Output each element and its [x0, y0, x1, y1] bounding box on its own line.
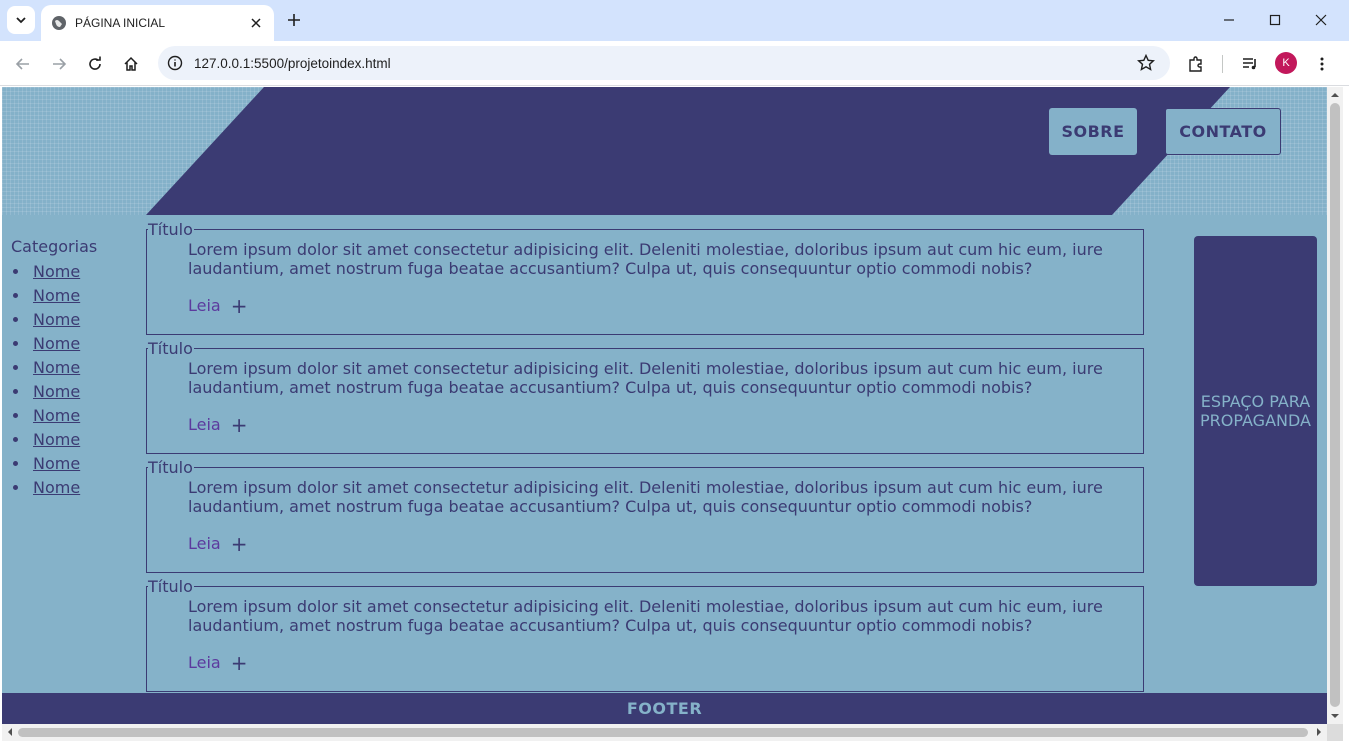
read-more-link[interactable]: Leia + — [188, 412, 248, 437]
read-more-label: Leia — [188, 653, 221, 672]
chevron-down-icon — [16, 17, 26, 24]
list-item: Nome — [11, 427, 141, 451]
category-link[interactable]: Nome — [33, 310, 80, 329]
article-title: Título — [148, 220, 194, 239]
browser-tab[interactable]: PÁGINA INICIAL — [41, 5, 274, 41]
list-item: Nome — [11, 475, 141, 499]
category-link[interactable]: Nome — [33, 406, 80, 425]
article-text: Lorem ipsum dolor sit amet consectetur a… — [188, 240, 1103, 278]
minimize-icon[interactable] — [1214, 6, 1244, 34]
toolbar-separator — [1222, 55, 1223, 73]
article-title: Título — [148, 339, 194, 358]
article-card: Título Lorem ipsum dolor sit amet consec… — [146, 578, 1144, 692]
reload-icon[interactable] — [81, 50, 109, 78]
bullet — [13, 317, 18, 322]
category-link[interactable]: Nome — [33, 454, 80, 473]
tab-search-button[interactable] — [7, 6, 35, 34]
read-more-label: Leia — [188, 415, 221, 434]
close-tab-icon[interactable] — [246, 13, 266, 33]
forward-arrow-icon[interactable] — [45, 50, 73, 78]
page-viewport: SOBRE CONTATO Categorias Nome Nome Nome … — [2, 87, 1327, 724]
category-link[interactable]: Nome — [33, 478, 80, 497]
read-more-link[interactable]: Leia + — [188, 531, 248, 556]
vertical-scrollbar[interactable] — [1327, 87, 1343, 724]
bullet — [13, 461, 18, 466]
list-item: Nome — [11, 355, 141, 379]
browser-toolbar: 127.0.0.1:5500/projetoindex.html K — [0, 41, 1349, 86]
page-footer: FOOTER — [2, 693, 1327, 724]
read-more-link[interactable]: Leia + — [188, 293, 248, 318]
bullet — [13, 437, 18, 442]
browser-tab-strip: PÁGINA INICIAL — [0, 0, 1349, 41]
list-item: Nome — [11, 379, 141, 403]
advertisement-box: ESPAÇO PARA PROPAGANDA — [1194, 236, 1317, 586]
category-list: Nome Nome Nome Nome Nome Nome Nome Nome … — [11, 259, 141, 499]
article-text: Lorem ipsum dolor sit amet consectetur a… — [188, 478, 1103, 516]
read-more-label: Leia — [188, 534, 221, 553]
new-tab-icon[interactable] — [282, 8, 306, 32]
site-info-icon[interactable] — [166, 54, 184, 72]
article-text: Lorem ipsum dolor sit amet consectetur a… — [188, 359, 1103, 397]
address-bar[interactable]: 127.0.0.1:5500/projetoindex.html — [158, 46, 1170, 80]
globe-icon — [51, 15, 67, 31]
list-item: Nome — [11, 403, 141, 427]
page-header: SOBRE CONTATO — [2, 87, 1327, 215]
plus-icon: + — [230, 293, 248, 318]
article-title: Título — [148, 458, 194, 477]
url-text: 127.0.0.1:5500/projetoindex.html — [194, 55, 391, 71]
profile-avatar[interactable]: K — [1275, 52, 1297, 74]
bullet — [13, 293, 18, 298]
list-item: Nome — [11, 331, 141, 355]
plus-icon: + — [230, 412, 248, 437]
media-queue-icon[interactable] — [1236, 50, 1264, 78]
horizontal-scroll-thumb[interactable] — [18, 728, 1308, 737]
article-text: Lorem ipsum dolor sit amet consectetur a… — [188, 597, 1103, 635]
nav-sobre-button[interactable]: SOBRE — [1049, 108, 1137, 155]
categories-sidebar: Categorias Nome Nome Nome Nome Nome Nome… — [11, 237, 141, 499]
list-item: Nome — [11, 283, 141, 307]
read-more-link[interactable]: Leia + — [188, 650, 248, 675]
vertical-scroll-thumb[interactable] — [1330, 103, 1340, 707]
maximize-icon[interactable] — [1260, 6, 1290, 34]
article-title: Título — [148, 577, 194, 596]
bookmark-star-icon[interactable] — [1136, 53, 1156, 73]
category-link[interactable]: Nome — [33, 382, 80, 401]
scroll-right-arrow-icon[interactable] — [1311, 724, 1327, 740]
bullet — [13, 389, 18, 394]
category-link[interactable]: Nome — [33, 358, 80, 377]
nav-contato-button[interactable]: CONTATO — [1165, 108, 1281, 155]
bullet — [13, 269, 18, 274]
list-item: Nome — [11, 307, 141, 331]
extensions-puzzle-icon[interactable] — [1182, 50, 1210, 78]
bullet — [13, 365, 18, 370]
category-link[interactable]: Nome — [33, 430, 80, 449]
category-link[interactable]: Nome — [33, 286, 80, 305]
bullet — [13, 485, 18, 490]
article-card: Título Lorem ipsum dolor sit amet consec… — [146, 221, 1144, 335]
horizontal-scrollbar[interactable] — [2, 724, 1327, 741]
scroll-left-arrow-icon[interactable] — [2, 724, 18, 740]
read-more-label: Leia — [188, 296, 221, 315]
article-card: Título Lorem ipsum dolor sit amet consec… — [146, 340, 1144, 454]
bullet — [13, 341, 18, 346]
article-card: Título Lorem ipsum dolor sit amet consec… — [146, 459, 1144, 573]
scroll-up-arrow-icon[interactable] — [1327, 87, 1343, 103]
back-arrow-icon[interactable] — [9, 50, 37, 78]
list-item: Nome — [11, 259, 141, 283]
list-item: Nome — [11, 451, 141, 475]
scroll-down-arrow-icon[interactable] — [1327, 708, 1343, 724]
category-link[interactable]: Nome — [33, 262, 80, 281]
plus-icon: + — [230, 531, 248, 556]
plus-icon: + — [230, 650, 248, 675]
browser-menu-icon[interactable] — [1308, 50, 1336, 78]
scrollbar-corner — [1327, 724, 1343, 741]
sidebar-title: Categorias — [11, 237, 98, 256]
bullet — [13, 413, 18, 418]
close-window-icon[interactable] — [1306, 6, 1336, 34]
category-link[interactable]: Nome — [33, 334, 80, 353]
home-icon[interactable] — [117, 50, 145, 78]
tab-title: PÁGINA INICIAL — [75, 16, 166, 30]
